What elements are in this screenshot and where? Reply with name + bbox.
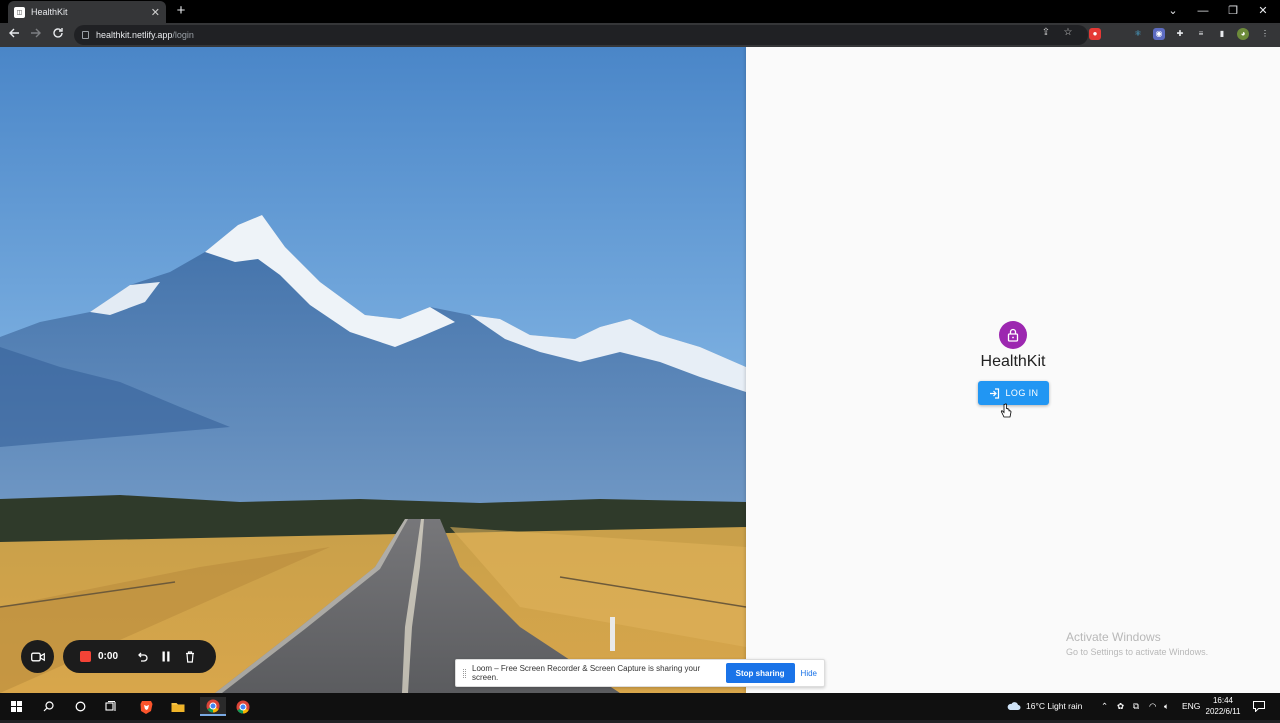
loom-extension-icon[interactable]: ● bbox=[1089, 28, 1101, 40]
task-view-icon[interactable] bbox=[101, 697, 121, 716]
brave-browser-icon[interactable] bbox=[136, 697, 156, 716]
tray-device-icon[interactable]: ⧉ bbox=[1133, 693, 1139, 720]
address-bar[interactable]: healthkit.netlify.app/login bbox=[74, 25, 1088, 45]
log-in-button[interactable]: LOG IN bbox=[978, 381, 1049, 405]
browser-toolbar: healthkit.netlify.app/login ⇪ ☆ ● ⚛ ◉ ✚ … bbox=[0, 23, 1280, 47]
video-camera-icon bbox=[30, 652, 45, 661]
windows-taskbar: 16°C Light rain ⌃ ✿ ⧉ ◠ 🔈︎ ENG 16:44 202… bbox=[0, 693, 1280, 720]
taskbar-clock[interactable]: 16:44 2022/6/11 bbox=[1196, 695, 1250, 717]
sharing-message: Loom – Free Screen Recorder & Screen Cap… bbox=[472, 664, 701, 682]
hand-cursor-icon bbox=[1000, 403, 1012, 418]
browser-tab[interactable]: ◫ HealthKit ✕ bbox=[8, 1, 166, 23]
stop-sharing-button[interactable]: Stop sharing bbox=[725, 663, 795, 683]
reload-icon[interactable] bbox=[49, 26, 67, 44]
menu-kebab-icon[interactable]: ⋮ bbox=[1259, 28, 1271, 40]
volume-speaker-icon[interactable]: 🔈︎ bbox=[1164, 693, 1169, 720]
windows-start-icon[interactable] bbox=[6, 697, 26, 716]
close-window-button[interactable]: ✕ bbox=[1248, 0, 1278, 22]
file-explorer-folder-icon[interactable] bbox=[168, 697, 188, 716]
weather-cloud-icon[interactable] bbox=[1006, 693, 1024, 720]
chrome-taskbar-icon[interactable] bbox=[233, 697, 253, 716]
loom-stop-record-button[interactable] bbox=[80, 651, 91, 662]
clock-date: 2022/6/11 bbox=[1205, 707, 1241, 716]
profile-avatar[interactable]: ◕ bbox=[1237, 28, 1249, 40]
lock-icon bbox=[1007, 328, 1019, 342]
loom-restart-undo-icon[interactable] bbox=[134, 649, 150, 665]
activate-windows-title: Activate Windows bbox=[1066, 630, 1161, 644]
chrome-taskbar-icon-active[interactable] bbox=[200, 697, 226, 716]
forward-arrow-icon[interactable] bbox=[27, 26, 45, 44]
url-path: /login bbox=[172, 30, 194, 40]
login-arrow-icon bbox=[989, 387, 999, 399]
lock-icon bbox=[82, 31, 89, 39]
tab-search-chevron-down-icon[interactable]: ⌄ bbox=[1158, 0, 1188, 22]
loom-delete-trash-icon[interactable] bbox=[182, 649, 198, 665]
loom-timer: 0:00 bbox=[98, 651, 119, 662]
tab-title: HealthKit bbox=[31, 7, 68, 17]
url-host: healthkit.netlify.app bbox=[96, 30, 173, 40]
page-viewport: HealthKit LOG IN bbox=[0, 47, 1280, 693]
puzzle-extensions-icon[interactable]: ✚ bbox=[1174, 28, 1186, 40]
loom-recording-bar: 0:00 bbox=[63, 640, 216, 673]
tab-close-icon[interactable]: ✕ bbox=[151, 6, 160, 19]
drag-handle-icon[interactable] bbox=[463, 668, 466, 678]
search-icon[interactable] bbox=[38, 697, 58, 716]
wifi-icon[interactable]: ◠ bbox=[1149, 693, 1156, 720]
loom-camera-button[interactable] bbox=[21, 640, 54, 673]
mountain-road-hero-image bbox=[0, 47, 746, 693]
activate-windows-watermark: Activate Windows Go to Settings to activ… bbox=[1066, 630, 1208, 657]
extension-icon[interactable]: ◉ bbox=[1153, 28, 1165, 40]
back-arrow-icon[interactable] bbox=[5, 26, 23, 44]
loom-pause-icon[interactable] bbox=[158, 649, 174, 665]
app-name-heading: HealthKit bbox=[980, 353, 1046, 370]
bookmark-star-icon[interactable]: ☆ bbox=[1062, 27, 1074, 39]
hide-button[interactable]: Hide bbox=[801, 669, 817, 678]
screen-sharing-notification: Loom – Free Screen Recorder & Screen Cap… bbox=[455, 659, 825, 687]
site-favicon-icon: ◫ bbox=[14, 6, 25, 18]
login-panel: HealthKit LOG IN bbox=[746, 47, 1280, 693]
lock-avatar bbox=[999, 321, 1027, 349]
weather-text[interactable]: 16°C Light rain bbox=[1026, 693, 1082, 720]
restore-button[interactable]: ❐ bbox=[1218, 0, 1248, 22]
share-icon[interactable]: ⇪ bbox=[1040, 27, 1052, 39]
browser-tab-strip: ◫ HealthKit ✕ + ⌄ — ❐ ✕ bbox=[0, 0, 1280, 23]
cortana-circle-icon[interactable] bbox=[70, 697, 90, 716]
side-panel-icon[interactable]: ▮ bbox=[1216, 28, 1228, 40]
react-devtools-extension-icon[interactable]: ⚛ bbox=[1132, 28, 1144, 40]
tray-overflow-chevron-up-icon[interactable]: ⌃ bbox=[1101, 693, 1108, 720]
clock-time: 16:44 bbox=[1212, 696, 1234, 705]
minimize-button[interactable]: — bbox=[1188, 0, 1218, 22]
notification-center-icon[interactable] bbox=[1253, 693, 1265, 720]
activate-windows-subtitle: Go to Settings to activate Windows. bbox=[1066, 647, 1209, 657]
reading-list-icon[interactable]: ≡ bbox=[1195, 28, 1207, 40]
new-tab-button[interactable]: + bbox=[172, 2, 190, 20]
log-in-label: LOG IN bbox=[1005, 388, 1039, 398]
tray-app-icon[interactable]: ✿ bbox=[1117, 693, 1124, 720]
